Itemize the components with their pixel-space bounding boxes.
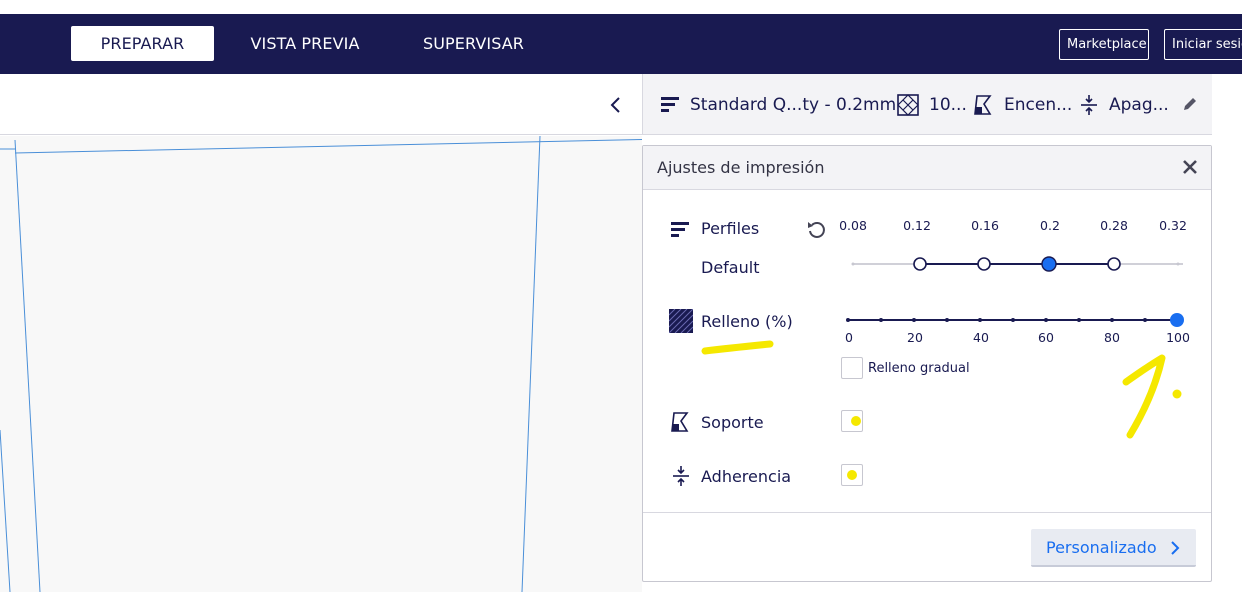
build-viewport[interactable]: [0, 136, 642, 592]
slider-stop[interactable]: [913, 257, 927, 271]
layer-height-label: 0.2: [1040, 218, 1060, 233]
support-summary[interactable]: Encen...: [972, 74, 1072, 135]
highlighter-annotations: [701, 340, 1182, 439]
support-icon: [974, 94, 992, 115]
support-icon: [671, 412, 689, 432]
pencil-icon[interactable]: [1182, 96, 1198, 112]
model-outline: [0, 136, 642, 592]
chevron-right-icon: [1171, 541, 1180, 555]
infill-summary[interactable]: 10...: [897, 74, 967, 135]
support-summary-label: Encen...: [1004, 94, 1073, 115]
adhesion-icon: [1081, 94, 1097, 115]
marketplace-button[interactable]: Marketplace: [1059, 29, 1149, 60]
layer-height-label: 0.08: [839, 218, 867, 233]
custom-mode-button[interactable]: Personalizado: [1031, 529, 1196, 567]
profile-icon: [661, 96, 679, 112]
signin-button[interactable]: Iniciar sesió: [1164, 29, 1242, 60]
custom-mode-label: Personalizado: [1046, 538, 1157, 557]
adhesion-summary[interactable]: Apag...: [1079, 74, 1169, 135]
slider-handle[interactable]: [1041, 256, 1057, 272]
highlighter-underline: [701, 340, 774, 355]
slider-stop: [851, 262, 855, 266]
tab-supervisar[interactable]: SUPERVISAR: [405, 26, 542, 61]
adhesion-summary-label: Apag...: [1109, 94, 1169, 115]
panel-title: Ajustes de impresión: [657, 158, 825, 177]
handwritten-dot: [1172, 389, 1182, 399]
profiles-label: Perfiles: [701, 219, 760, 238]
close-icon[interactable]: [1181, 158, 1199, 176]
chevron-left-icon[interactable]: [608, 95, 624, 115]
slider-handle[interactable]: [1170, 313, 1184, 327]
adhesion-check-mark: [847, 470, 857, 480]
profile-summary[interactable]: Standard Q...ty - 0.2mm: [660, 74, 896, 135]
slider-stop: [1176, 262, 1180, 266]
profile-summary-label: Standard Q...ty - 0.2mm: [690, 94, 897, 115]
infill-icon: [897, 93, 919, 116]
layer-height-label: 0.32: [1159, 218, 1187, 233]
adhesion-label: Adherencia: [701, 467, 792, 486]
layer-height-label: 0.28: [1100, 218, 1128, 233]
layer-height-label: 0.12: [903, 218, 931, 233]
reset-icon[interactable]: [806, 219, 828, 241]
adhesion-icon: [673, 466, 689, 486]
profiles-default-label: Default: [701, 258, 760, 277]
panel-header: Ajustes de impresión: [643, 146, 1211, 190]
top-header: PREPARAR VISTA PREVIA SUPERVISAR Marketp…: [0, 14, 1242, 74]
profiles-icon: [671, 222, 689, 237]
layer-height-slider[interactable]: [848, 253, 1188, 275]
slider-stop[interactable]: [1107, 257, 1121, 271]
adhesion-checkbox[interactable]: [841, 464, 863, 486]
tab-preparar[interactable]: PREPARAR: [71, 26, 214, 61]
print-settings-bar[interactable]: Standard Q...ty - 0.2mm 10... Encen... A…: [642, 74, 1212, 135]
viewport-toolbar: [0, 74, 642, 135]
handwritten-number-one: [1122, 354, 1166, 439]
tab-vista-previa[interactable]: VISTA PREVIA: [235, 26, 375, 61]
layer-height-label: 0.16: [971, 218, 999, 233]
infill-label: Relleno (%): [701, 312, 793, 331]
infill-summary-label: 10...: [929, 94, 967, 115]
slider-stop[interactable]: [977, 257, 991, 271]
app-window: PREPARAR VISTA PREVIA SUPERVISAR Marketp…: [0, 0, 1242, 592]
infill-slider[interactable]: [843, 309, 1193, 331]
panel-divider: [643, 512, 1211, 513]
